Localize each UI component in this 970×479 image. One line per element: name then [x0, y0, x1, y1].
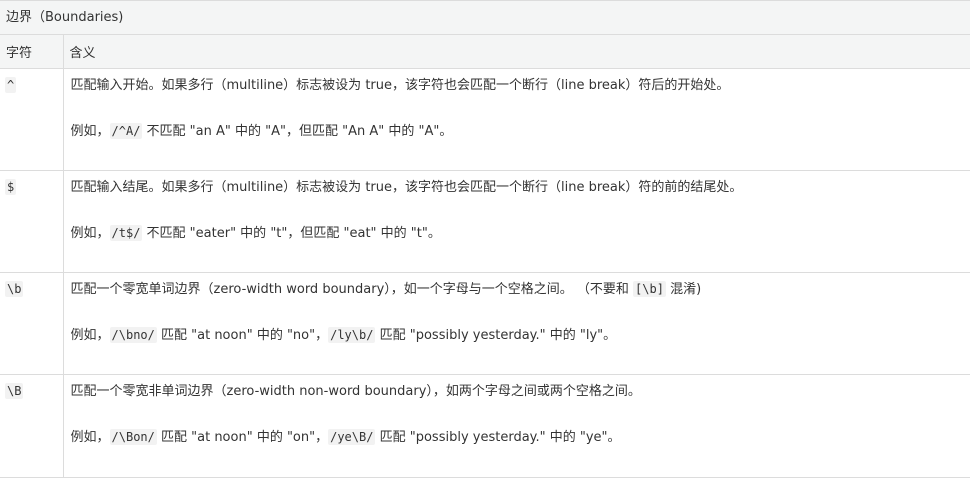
- char-code: ^: [5, 76, 17, 93]
- example: 例如，/\bno/ 匹配 "at noon" 中的 "no"，/ly\b/ 匹配…: [70, 326, 970, 344]
- header-meaning: 含义: [63, 35, 970, 69]
- desc-cell: 匹配一个零宽非单词边界（zero-width non-word boundary…: [63, 374, 970, 478]
- example-text: 不匹配 "eater" 中的 "t"，但匹配 "eat" 中的 "t"。: [142, 225, 441, 241]
- description: 匹配输入结尾。如果多行（multiline）标志被设为 true，该字符也会匹配…: [70, 179, 743, 195]
- table-row: $ 匹配输入结尾。如果多行（multiline）标志被设为 true，该字符也会…: [0, 170, 970, 273]
- description: 匹配一个零宽单词边界（zero-width word boundary），如一个…: [70, 280, 970, 298]
- char-code: $: [5, 178, 17, 195]
- table-row: \b 匹配一个零宽单词边界（zero-width word boundary），…: [0, 272, 970, 375]
- description-text-end: 混淆): [665, 281, 702, 297]
- header-char: 字符: [0, 35, 64, 69]
- example-code: /\Bon/: [109, 428, 157, 445]
- boundaries-table-container: 边界（Boundaries) 字符 含义 ^ 匹配输入开始。如果多行（multi…: [0, 0, 970, 479]
- example-code: /^A/: [109, 122, 143, 139]
- description: 匹配一个零宽非单词边界（zero-width non-word boundary…: [70, 383, 641, 399]
- example-prefix: 例如，: [70, 123, 110, 139]
- table-header-row: 字符 含义: [0, 35, 970, 69]
- desc-cell: 匹配一个零宽单词边界（zero-width word boundary），如一个…: [63, 272, 970, 375]
- example-code-2: /ye\B/: [328, 428, 376, 445]
- table-caption: 边界（Boundaries): [0, 0, 970, 35]
- table-row: ^ 匹配输入开始。如果多行（multiline）标志被设为 true，该字符也会…: [0, 68, 970, 171]
- example-code: /t$/: [109, 224, 143, 241]
- desc-cell: 匹配输入结尾。如果多行（multiline）标志被设为 true，该字符也会匹配…: [63, 170, 970, 273]
- example: 例如，/t$/ 不匹配 "eater" 中的 "t"，但匹配 "eat" 中的 …: [70, 224, 970, 242]
- boundaries-table: 字符 含义 ^ 匹配输入开始。如果多行（multiline）标志被设为 true…: [0, 35, 970, 478]
- char-cell: ^: [0, 68, 64, 171]
- example: 例如，/^A/ 不匹配 "an A" 中的 "A"，但匹配 "An A" 中的 …: [70, 122, 970, 140]
- example-prefix: 例如，: [70, 225, 110, 241]
- example-text: 匹配 "at noon" 中的 "no"，: [156, 327, 329, 343]
- example: 例如，/\Bon/ 匹配 "at noon" 中的 "on"，/ye\B/ 匹配…: [70, 428, 970, 446]
- char-cell: $: [0, 170, 64, 273]
- example-prefix: 例如，: [70, 327, 110, 343]
- example-text-2: 匹配 "possibly yesterday." 中的 "ye"。: [375, 429, 621, 445]
- char-cell: \B: [0, 374, 64, 478]
- example-text-2: 匹配 "possibly yesterday." 中的 "ly"。: [375, 327, 617, 343]
- table-row: \B 匹配一个零宽非单词边界（zero-width non-word bound…: [0, 374, 970, 478]
- example-text: 匹配 "at noon" 中的 "on"，: [156, 429, 329, 445]
- char-code: \b: [5, 280, 24, 297]
- char-cell: \b: [0, 272, 64, 375]
- description-code: [\b]: [633, 280, 666, 297]
- description: 匹配输入开始。如果多行（multiline）标志被设为 true，该字符也会匹配…: [70, 77, 730, 93]
- description-text: 匹配一个零宽单词边界（zero-width word boundary），如一个…: [70, 281, 634, 297]
- desc-cell: 匹配输入开始。如果多行（multiline）标志被设为 true，该字符也会匹配…: [63, 68, 970, 171]
- example-text: 不匹配 "an A" 中的 "A"，但匹配 "An A" 中的 "A"。: [142, 123, 453, 139]
- example-code-2: /ly\b/: [328, 326, 376, 343]
- example-prefix: 例如，: [70, 429, 110, 445]
- char-code: \B: [5, 382, 24, 399]
- example-code: /\bno/: [109, 326, 157, 343]
